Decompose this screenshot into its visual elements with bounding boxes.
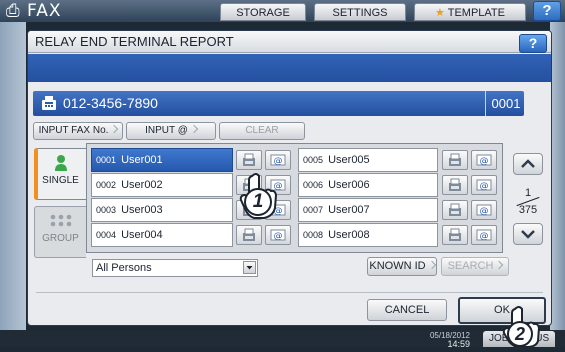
scroll-down-button[interactable] (513, 223, 543, 245)
list-item[interactable]: 0001 User001 (91, 148, 233, 172)
destination-number: 012-3456-7890 (63, 95, 158, 111)
fax-button[interactable] (442, 200, 468, 220)
input-email-button[interactable]: INPUT @ (126, 122, 216, 140)
list-item[interactable]: 0002 User002 (91, 173, 233, 197)
arrow-icon (427, 260, 436, 270)
list-item[interactable]: 0007 User007 (298, 198, 438, 222)
fax-button[interactable] (236, 225, 262, 245)
tab-group-label: GROUP (42, 233, 79, 244)
svg-text:@: @ (274, 232, 283, 242)
fax-button[interactable] (442, 225, 468, 245)
svg-text:@: @ (480, 232, 489, 242)
relay-end-terminal-report-dialog: RELAY END TERMINAL REPORT ? 012-3456-789… (27, 30, 552, 326)
person-filter-select[interactable]: All Persons (92, 259, 258, 277)
tab-single[interactable]: SINGLE (34, 148, 86, 200)
dialog-help-button[interactable]: ? (519, 34, 547, 53)
email-button[interactable]: @ (471, 150, 497, 170)
clear-button[interactable]: CLEAR (219, 122, 305, 140)
list-item[interactable]: 0004 User004 (91, 223, 233, 247)
tab-settings[interactable]: SETTINGS (314, 3, 406, 21)
fax-icon: ⎙ (6, 1, 21, 21)
divider (36, 292, 543, 293)
fax-button[interactable] (236, 150, 262, 170)
chevron-down-icon (521, 230, 535, 239)
dialog-title: RELAY END TERMINAL REPORT (28, 31, 551, 53)
background-panel-left (0, 22, 26, 332)
list-item[interactable]: 0006 User006 (298, 173, 438, 197)
background-panel-right (550, 22, 565, 332)
star-icon: ★ (435, 7, 445, 19)
page-indicator: 1 375 (512, 187, 544, 216)
fax-icon (40, 91, 58, 124)
cancel-button[interactable]: CANCEL (367, 299, 447, 321)
known-id-button[interactable]: KNOWN ID (367, 257, 437, 276)
tab-single-label: SINGLE (42, 175, 79, 186)
svg-text:@: @ (480, 207, 489, 217)
list-item[interactable]: 0008 User008 (298, 223, 438, 247)
fax-button[interactable] (442, 150, 468, 170)
step-1-badge: 1 (244, 188, 272, 216)
list-item[interactable]: 0005 User005 (298, 148, 438, 172)
email-button[interactable]: @ (471, 175, 497, 195)
scroll-up-button[interactable] (513, 153, 543, 175)
input-fax-number-button[interactable]: INPUT FAX No. (33, 122, 123, 140)
arrow-icon (495, 260, 504, 270)
tab-group[interactable]: GROUP (34, 206, 86, 258)
dropdown-arrow-icon (243, 261, 256, 274)
destination-count: 0001 (485, 91, 526, 116)
list-item[interactable]: 0003 User003 (91, 198, 233, 222)
person-icon (35, 154, 86, 175)
svg-text:@: @ (274, 157, 283, 167)
arrow-icon (189, 124, 199, 134)
tab-single-accent (34, 148, 38, 200)
fax-app-title: ⎙ FAX (6, 1, 62, 21)
time-readout: 14:59 (447, 339, 470, 349)
svg-text:@: @ (480, 157, 489, 167)
email-button[interactable]: @ (471, 200, 497, 220)
email-button[interactable]: @ (265, 150, 291, 170)
tab-template[interactable]: ★ TEMPLATE (414, 3, 526, 21)
search-button[interactable]: SEARCH (441, 257, 509, 276)
address-list: 0001 User001 0002 User002 0003 User003 0… (86, 143, 503, 253)
svg-text:@: @ (480, 182, 489, 192)
dialog-message-bar (28, 54, 551, 82)
destination-number-bar: 012-3456-7890 0001 (33, 91, 524, 116)
status-bar (0, 330, 565, 347)
email-button[interactable]: @ (471, 225, 497, 245)
group-icon (35, 214, 86, 233)
help-button[interactable]: ? (533, 1, 561, 21)
step-2-badge: 2 (507, 321, 533, 347)
fax-button[interactable] (442, 175, 468, 195)
tab-storage[interactable]: STORAGE (220, 3, 306, 21)
chevron-up-icon (521, 159, 535, 168)
email-button[interactable]: @ (265, 225, 291, 245)
arrow-icon (110, 124, 119, 134)
